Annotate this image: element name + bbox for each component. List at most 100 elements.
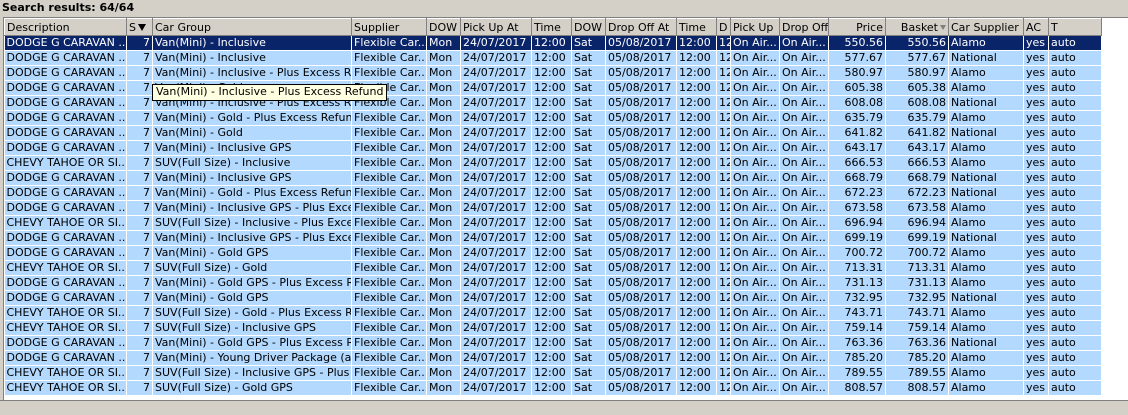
cell-description: DODGE G CARAVAN ... — [4, 95, 127, 111]
cell-car-group: Van(Mini) - Inclusive GPS — [152, 170, 352, 186]
cell-dow: Sat — [571, 80, 606, 96]
table-row[interactable]: CHEVY TAHOE OR SI... 7 SUV(Full Size) - In… — [4, 215, 1102, 231]
cell-pick-up: On Air... — [730, 335, 780, 351]
column-header-transmission[interactable]: T — [1048, 18, 1102, 36]
cell-drop-off-at: 05/08/2017 — [605, 305, 677, 321]
column-header-description[interactable]: Description — [4, 18, 127, 36]
cell-time: 12:00 — [676, 290, 717, 306]
filter-icon[interactable] — [137, 24, 146, 31]
column-header-car-group[interactable]: Car Group — [152, 18, 352, 36]
cell-pick-up-at: 24/07/2017 — [460, 215, 532, 231]
table-row[interactable]: CHEVY TAHOE OR SI... 7 SUV(Full Size) - Go… — [4, 260, 1102, 276]
table-row[interactable]: CHEVY TAHOE OR SI... 7 SUV(Full Size) - Go… — [4, 380, 1102, 396]
cell-dow: Mon — [426, 65, 461, 81]
column-header-time[interactable]: Time — [676, 18, 717, 36]
table-row[interactable]: DODGE G CARAVAN ... 7 Van(Mini) - Inclusiv… — [4, 170, 1102, 186]
cell-transmission: auto — [1048, 200, 1102, 216]
table-row[interactable]: DODGE G CARAVAN ... 7 Van(Mini) - Gold - P… — [4, 185, 1102, 201]
table-row[interactable]: DODGE G CARAVAN ... 7 Van(Mini) - Young Dr… — [4, 350, 1102, 366]
table-row[interactable]: DODGE G CARAVAN ... 7 Van(Mini) - Inclusiv… — [4, 35, 1102, 51]
cell-supplier: Flexible Car... — [351, 65, 427, 81]
column-header-ac[interactable]: AC — [1023, 18, 1049, 36]
column-header-pick-up[interactable]: Pick Up — [730, 18, 780, 36]
cell-days: 12 — [716, 185, 731, 201]
table-row[interactable]: CHEVY TAHOE OR SI... 7 SUV(Full Size) - In… — [4, 365, 1102, 381]
cell-dow: Mon — [426, 155, 461, 171]
cell-car-supplier: Alamo — [948, 215, 1024, 231]
cell-price: 577.67 — [828, 50, 886, 66]
cell-time: 12:00 — [676, 245, 717, 261]
cell-supplier: Flexible Car... — [351, 335, 427, 351]
column-header-label: Basket — [900, 20, 938, 34]
table-row[interactable]: DODGE G CARAVAN ... 7 Van(Mini) - Inclusiv… — [4, 200, 1102, 216]
cell-dow: Sat — [571, 365, 606, 381]
cell-transmission: auto — [1048, 320, 1102, 336]
cell-price: 700.72 — [828, 245, 886, 261]
cell-basket: 700.72 — [885, 245, 949, 261]
table-row[interactable]: DODGE G CARAVAN ... 7 Van(Mini) - Inclusiv… — [4, 140, 1102, 156]
table-row[interactable]: DODGE G CARAVAN ... 7 Van(Mini) - Gold GPS… — [4, 245, 1102, 261]
cell-ac: yes — [1023, 65, 1049, 81]
table-row[interactable]: CHEVY TAHOE OR SI... 7 SUV(Full Size) - In… — [4, 155, 1102, 171]
table-row[interactable]: DODGE G CARAVAN ... 7 Van(Mini) - Gold - P… — [4, 110, 1102, 126]
table-row[interactable]: DODGE G CARAVAN ... 7 Van(Mini) - Inclusiv… — [4, 65, 1102, 81]
column-header-dow[interactable]: DOW — [571, 18, 606, 36]
table-row[interactable]: DODGE G CARAVAN ... 7 Van(Mini) - Gold GPS… — [4, 275, 1102, 291]
results-table: Description S Car Group Supplier DOW Pick Up … — [4, 18, 1102, 396]
table-row[interactable]: DODGE G CARAVAN ... 7 Van(Mini) - Gold GPS… — [4, 290, 1102, 306]
cell-drop-off: On Air... — [779, 380, 829, 396]
cell-days: 12 — [716, 215, 731, 231]
column-header-days[interactable]: D — [716, 18, 731, 36]
cell-ac: yes — [1023, 185, 1049, 201]
cell-supplier: Flexible Car... — [351, 215, 427, 231]
cell-car-group: Van(Mini) - Gold GPS — [152, 245, 352, 261]
table-row[interactable]: DODGE G CARAVAN ... 7 Van(Mini) - Inclusiv… — [4, 50, 1102, 66]
table-row[interactable]: DODGE G CARAVAN ... 7 Van(Mini) - Inclusiv… — [4, 230, 1102, 246]
cell-days: 12 — [716, 275, 731, 291]
column-header-car-supplier[interactable]: Car Supplier — [948, 18, 1024, 36]
horizontal-scrollbar[interactable] — [0, 400, 1128, 415]
cell-price: 668.79 — [828, 170, 886, 186]
results-grid[interactable]: Description S Car Group Supplier DOW Pick Up … — [3, 17, 1128, 401]
cell-pick-up: On Air... — [730, 95, 780, 111]
column-header-basket[interactable]: Basket — [885, 18, 949, 36]
column-header-drop-off[interactable]: Drop Off — [779, 18, 829, 36]
cell-pick-up-at: 24/07/2017 — [460, 320, 532, 336]
table-row[interactable]: CHEVY TAHOE OR SI... 7 SUV(Full Size) - Go… — [4, 305, 1102, 321]
column-header-drop-off-at[interactable]: Drop Off At — [605, 18, 677, 36]
cell-dow: Mon — [426, 365, 461, 381]
search-results-title: Search results: 64/64 — [0, 0, 1128, 17]
cell-time: 12:00 — [531, 155, 572, 171]
cell-car-supplier: Alamo — [948, 305, 1024, 321]
cell-pick-up: On Air... — [730, 35, 780, 51]
cell-basket: 732.95 — [885, 290, 949, 306]
table-row[interactable]: CHEVY TAHOE OR SI... 7 SUV(Full Size) - In… — [4, 320, 1102, 336]
cell-drop-off-at: 05/08/2017 — [605, 35, 677, 51]
column-header-dow[interactable]: DOW — [426, 18, 461, 36]
cell-dow: Sat — [571, 290, 606, 306]
column-header-seats[interactable]: S — [126, 18, 153, 36]
cell-time: 12:00 — [676, 380, 717, 396]
cell-basket: 763.36 — [885, 335, 949, 351]
cell-transmission: auto — [1048, 155, 1102, 171]
column-header-supplier[interactable]: Supplier — [351, 18, 427, 36]
cell-description: CHEVY TAHOE OR SI... — [4, 215, 127, 231]
cell-pick-up: On Air... — [730, 305, 780, 321]
cell-description: CHEVY TAHOE OR SI... — [4, 260, 127, 276]
cell-pick-up: On Air... — [730, 230, 780, 246]
column-header-time[interactable]: Time — [531, 18, 572, 36]
cell-time: 12:00 — [676, 140, 717, 156]
column-header-price[interactable]: Price — [828, 18, 886, 36]
cell-pick-up-at: 24/07/2017 — [460, 170, 532, 186]
cell-time: 12:00 — [531, 215, 572, 231]
cell-dow: Mon — [426, 200, 461, 216]
table-row[interactable]: DODGE G CARAVAN ... 7 Van(Mini) - Gold GPS… — [4, 335, 1102, 351]
cell-ac: yes — [1023, 335, 1049, 351]
cell-drop-off-at: 05/08/2017 — [605, 215, 677, 231]
cell-transmission: auto — [1048, 125, 1102, 141]
cell-drop-off: On Air... — [779, 110, 829, 126]
column-header-pick-up-at[interactable]: Pick Up At — [460, 18, 532, 36]
cell-time: 12:00 — [676, 320, 717, 336]
cell-supplier: Flexible Car... — [351, 125, 427, 141]
table-row[interactable]: DODGE G CARAVAN ...7Van(Mini) - GoldFlex… — [4, 125, 1102, 141]
